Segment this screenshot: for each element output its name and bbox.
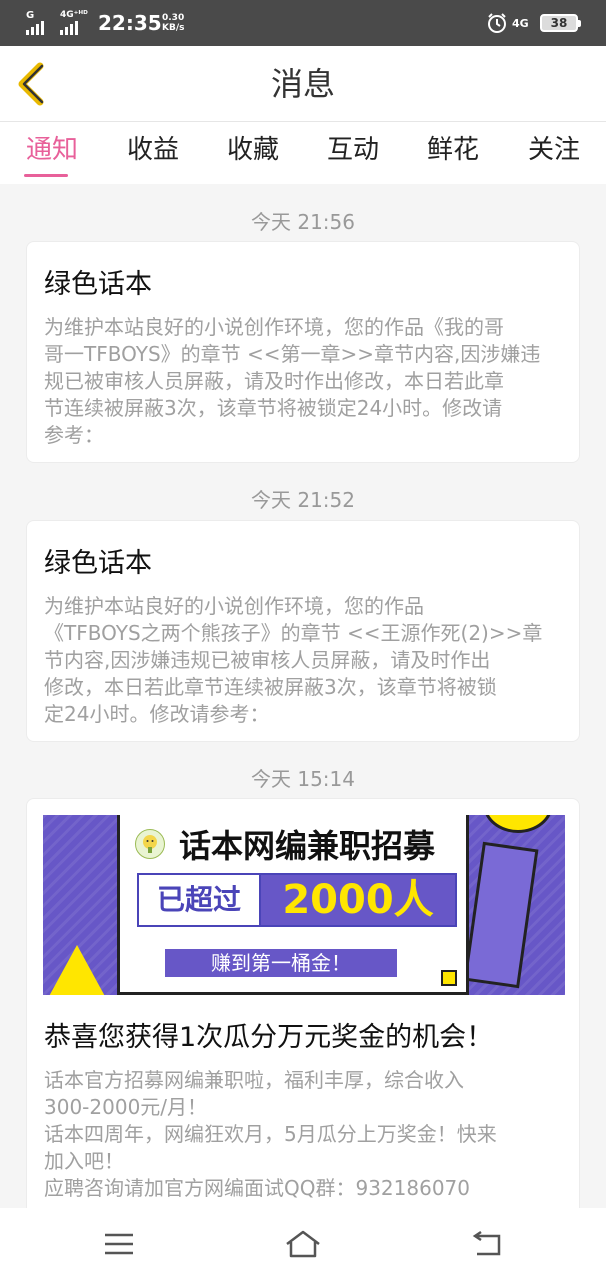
home-button[interactable] bbox=[283, 1226, 323, 1262]
message-card[interactable]: 绿色话本 为维护本站良好的小说创作环境，您的作品《我的哥 哥一TFBOYS》的章… bbox=[26, 241, 580, 463]
home-icon bbox=[286, 1230, 320, 1258]
message-title: 绿色话本 bbox=[44, 548, 152, 579]
message-list[interactable]: 今天 21:56 绿色话本 为维护本站良好的小说创作环境，您的作品《我的哥 哥一… bbox=[0, 184, 606, 1208]
back-arrow-icon bbox=[472, 1230, 501, 1256]
signal-icon-1: G bbox=[26, 0, 44, 46]
tab-interactions[interactable]: 互动 bbox=[313, 122, 393, 184]
decorative-triangle bbox=[47, 945, 107, 995]
network-type-1: G bbox=[26, 10, 35, 21]
message-card[interactable]: 绿色话本 为维护本站良好的小说创作环境，您的作品 《TFBOYS之两个熊孩子》的… bbox=[26, 520, 580, 742]
clock: 22:35 bbox=[98, 11, 162, 35]
huaben-logo-icon bbox=[135, 829, 165, 859]
back-nav-button[interactable] bbox=[467, 1226, 507, 1262]
tab-follows[interactable]: 关注 bbox=[514, 122, 594, 184]
message-timestamp: 今天 15:14 bbox=[251, 767, 355, 791]
recruitment-banner[interactable]: 话本网编兼职招募 已超过 2000人 赚到第一桶金！ bbox=[43, 815, 565, 995]
network-type-3: 4G bbox=[512, 16, 529, 30]
message-title: 绿色话本 bbox=[44, 269, 152, 300]
tab-earnings[interactable]: 收益 bbox=[113, 122, 193, 184]
message-body: 为维护本站良好的小说创作环境，您的作品《我的哥 哥一TFBOYS》的章节 <<第… bbox=[44, 315, 541, 447]
message-title: 恭喜您获得1次瓜分万元奖金的机会！ bbox=[44, 1022, 494, 1053]
message-body: 为维护本站良好的小说创作环境，您的作品 《TFBOYS之两个熊孩子》的章节 <<… bbox=[44, 594, 543, 726]
message-card[interactable]: 话本网编兼职招募 已超过 2000人 赚到第一桶金！ 恭喜您获得1次瓜分万元奖金… bbox=[26, 798, 580, 1208]
status-bar: G 4G⁺ᴴᴰ 22:35 0.30 KB/s 4G 38 bbox=[0, 0, 606, 46]
tab-bar: 通知 收益 收藏 互动 鲜花 关注 bbox=[0, 122, 606, 184]
banner-count: 2000人 bbox=[259, 873, 457, 927]
active-tab-indicator bbox=[24, 174, 68, 177]
message-timestamp: 今天 21:56 bbox=[251, 210, 355, 234]
decorative-square bbox=[441, 970, 457, 986]
tab-flowers[interactable]: 鲜花 bbox=[413, 122, 493, 184]
menu-icon bbox=[105, 1233, 133, 1255]
network-type-2: 4G⁺ᴴᴰ bbox=[60, 10, 88, 20]
system-nav-bar bbox=[0, 1208, 606, 1280]
banner-label-exceeded: 已超过 bbox=[137, 873, 261, 927]
network-speed: 0.30 KB/s bbox=[162, 13, 185, 33]
message-timestamp: 今天 21:52 bbox=[251, 488, 355, 512]
message-body: 话本官方招募网编兼职啦，福利丰厚，综合收入 300-2000元/月！ 话本四周年… bbox=[44, 1068, 497, 1200]
banner-headline: 话本网编兼职招募 bbox=[179, 827, 436, 865]
signal-icon-2: 4G⁺ᴴᴰ bbox=[60, 0, 88, 46]
page-title: 消息 bbox=[270, 65, 335, 103]
banner-earn: 赚到第一桶金！ bbox=[165, 949, 397, 977]
menu-button[interactable] bbox=[99, 1226, 139, 1262]
app-header: 消息 bbox=[0, 46, 606, 122]
battery-icon: 38 bbox=[540, 14, 581, 32]
alarm-icon bbox=[486, 0, 508, 46]
tab-favorites[interactable]: 收藏 bbox=[213, 122, 293, 184]
